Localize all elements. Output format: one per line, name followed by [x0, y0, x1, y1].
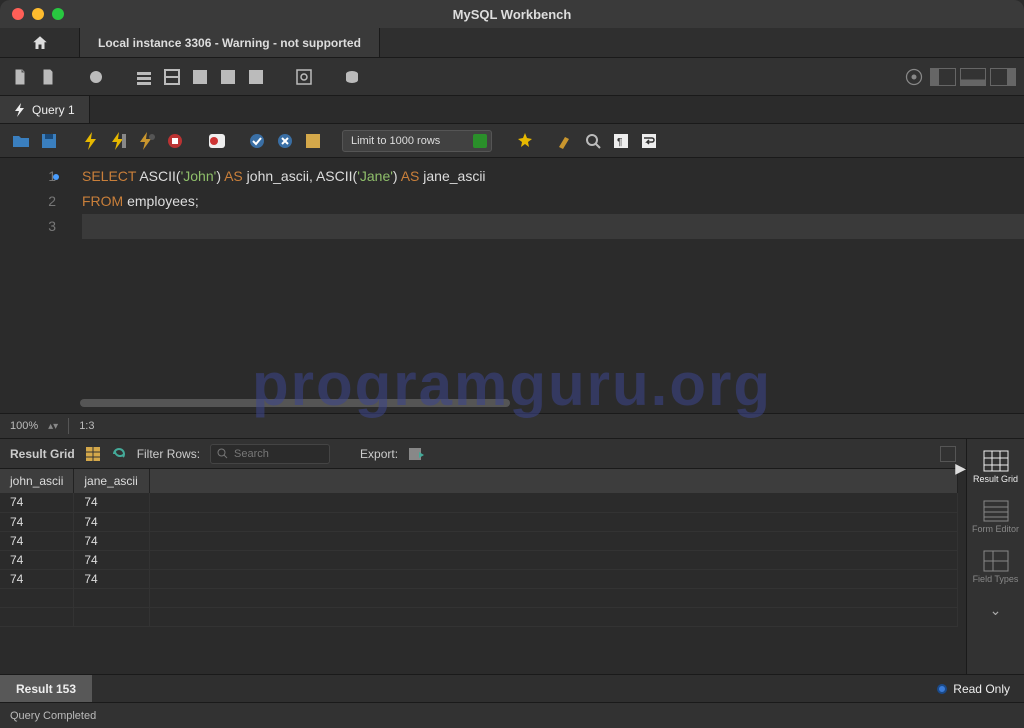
open-sql-file-button[interactable] — [36, 65, 60, 89]
table-row[interactable]: 7474 — [0, 493, 958, 512]
zoom-level[interactable]: 100% — [10, 420, 38, 432]
wrap-button[interactable] — [638, 130, 660, 152]
side-tab-form-editor[interactable]: Form Editor — [972, 493, 1020, 541]
beautify-button[interactable] — [514, 130, 536, 152]
editor-toolbar: Limit to 1000 rows ¶ — [0, 124, 1024, 158]
new-procedure-button[interactable] — [216, 65, 240, 89]
rollback-button[interactable] — [274, 130, 296, 152]
side-tab-more[interactable]: ⌄ — [972, 593, 1020, 629]
settings-button[interactable] — [902, 65, 926, 89]
stop-button[interactable] — [164, 130, 186, 152]
connection-tab[interactable]: Local instance 3306 - Warning - not supp… — [80, 28, 380, 57]
status-text: Query Completed — [10, 710, 96, 722]
new-view-button[interactable] — [188, 65, 212, 89]
editor-status-row: 100% ▴▾ 1:3 — [0, 413, 1024, 439]
line-gutter: 1 2 3 — [0, 158, 70, 413]
search-table-data-button[interactable] — [292, 65, 316, 89]
side-tab-label: Result Grid — [973, 475, 1018, 485]
find-button[interactable] — [554, 130, 576, 152]
new-function-button[interactable] — [244, 65, 268, 89]
expand-arrow-icon[interactable]: ▶ — [955, 460, 966, 477]
readonly-icon — [937, 684, 947, 694]
save-file-button[interactable] — [38, 130, 60, 152]
export-button[interactable] — [408, 446, 426, 462]
window-title: MySQL Workbench — [0, 7, 1024, 22]
reconnect-button[interactable] — [340, 65, 364, 89]
table-row — [0, 588, 958, 607]
explain-button[interactable] — [136, 130, 158, 152]
open-file-button[interactable] — [10, 130, 32, 152]
results-panel: Result Grid Filter Rows: Search Export: … — [0, 439, 1024, 674]
maximize-results-button[interactable] — [940, 446, 956, 462]
new-schema-button[interactable] — [132, 65, 156, 89]
sql-editor[interactable]: 1 2 3 SELECT ASCII('John') AS john_ascii… — [0, 158, 1024, 413]
side-tab-label: Form Editor — [972, 525, 1019, 535]
query-tab-label: Query 1 — [32, 103, 75, 117]
search-placeholder: Search — [234, 448, 269, 460]
column-header[interactable]: jane_ascii — [74, 469, 150, 493]
side-tab-field-types[interactable]: Field Types — [972, 543, 1020, 591]
limit-rows-label: Limit to 1000 rows — [351, 135, 440, 147]
query-tabs: Query 1 — [0, 96, 1024, 124]
toggle-left-panel-button[interactable] — [930, 68, 956, 86]
limit-rows-select[interactable]: Limit to 1000 rows — [342, 130, 492, 152]
home-tab[interactable] — [0, 28, 80, 57]
types-icon — [982, 549, 1010, 573]
table-row[interactable]: 7474 — [0, 512, 958, 531]
filter-rows-label: Filter Rows: — [137, 447, 200, 461]
lightning-icon — [14, 103, 26, 117]
side-tab-label: Field Types — [973, 575, 1019, 585]
execute-button[interactable] — [80, 130, 102, 152]
refresh-icon[interactable] — [111, 446, 127, 462]
table-row[interactable]: 7474 — [0, 569, 958, 588]
results-toolbar: Result Grid Filter Rows: Search Export: — [0, 439, 966, 469]
toggle-invisible-button[interactable]: ¶ — [610, 130, 632, 152]
cursor-position: 1:3 — [79, 420, 94, 432]
filter-search-input[interactable]: Search — [210, 444, 330, 464]
toggle-bottom-panel-button[interactable] — [960, 68, 986, 86]
side-tab-result-grid[interactable]: Result Grid — [972, 443, 1020, 491]
column-header-empty — [150, 469, 958, 493]
result-tab-row: Result 153 Read Only — [0, 674, 1024, 702]
results-table[interactable]: john_ascii jane_ascii 7474 7474 7474 747… — [0, 469, 958, 674]
chevron-down-icon: ⌄ — [982, 599, 1010, 623]
result-grid-icon[interactable] — [85, 446, 101, 462]
results-side-tabs: Result Grid Form Editor Field Types ⌄ — [966, 439, 1024, 674]
readonly-indicator: Read Only — [923, 682, 1024, 696]
new-sql-file-button[interactable] — [8, 65, 32, 89]
export-label: Export: — [360, 447, 398, 461]
table-row[interactable]: 7474 — [0, 550, 958, 569]
grid-icon — [982, 449, 1010, 473]
result-grid-label: Result Grid — [10, 447, 75, 461]
toggle-autocommit-button[interactable] — [206, 130, 228, 152]
toggle-limit-button[interactable] — [302, 130, 324, 152]
result-tab[interactable]: Result 153 — [0, 675, 92, 702]
connection-tabs: Local instance 3306 - Warning - not supp… — [0, 28, 1024, 58]
query-tab[interactable]: Query 1 — [0, 96, 90, 123]
code-area[interactable]: SELECT ASCII('John') AS john_ascii, ASCI… — [70, 158, 1024, 413]
readonly-label: Read Only — [953, 682, 1010, 696]
table-row — [0, 607, 958, 626]
search-icon — [217, 448, 228, 459]
zoom-stepper-icon[interactable]: ▴▾ — [48, 421, 58, 432]
form-icon — [982, 499, 1010, 523]
inspector-button[interactable] — [84, 65, 108, 89]
svg-text:¶: ¶ — [617, 137, 622, 148]
search-icon-button[interactable] — [582, 130, 604, 152]
new-table-button[interactable] — [160, 65, 184, 89]
home-icon — [31, 34, 49, 52]
commit-button[interactable] — [246, 130, 268, 152]
status-bar: Query Completed — [0, 702, 1024, 728]
main-toolbar — [0, 58, 1024, 96]
table-row[interactable]: 7474 — [0, 531, 958, 550]
column-header[interactable]: john_ascii — [0, 469, 74, 493]
toggle-right-panel-button[interactable] — [990, 68, 1016, 86]
editor-horizontal-scrollbar[interactable] — [80, 399, 510, 407]
execute-current-button[interactable] — [108, 130, 130, 152]
titlebar: MySQL Workbench — [0, 0, 1024, 28]
